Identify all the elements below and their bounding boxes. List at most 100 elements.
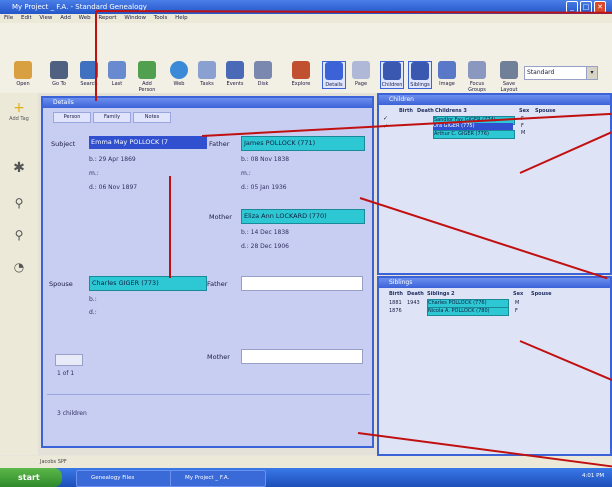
menu-window[interactable]: Window — [124, 15, 146, 21]
subject-death: d.: 06 Nov 1897 — [89, 184, 138, 191]
children-count: 3 children — [57, 410, 87, 417]
disk-button[interactable]: Disk — [252, 61, 274, 87]
sibling-row-2-birth: 1876 — [389, 308, 402, 314]
pie-icon[interactable]: ◔ — [8, 260, 30, 274]
events-button[interactable]: Events — [224, 61, 246, 87]
col-children[interactable]: Childrens 3 — [435, 108, 467, 114]
siblings-icon — [411, 62, 429, 80]
save-layout-button[interactable]: Save Layout — [498, 61, 520, 93]
sibling-row-2-sex: F — [515, 308, 518, 314]
mother-name-field[interactable]: Eliza Ann LOCKARD (770) — [241, 209, 365, 224]
calendar-icon — [226, 61, 244, 79]
menu-file[interactable]: File — [4, 15, 13, 21]
col-birth[interactable]: Birth — [399, 108, 413, 114]
tab-family[interactable]: Family — [93, 112, 131, 123]
divider — [47, 394, 370, 395]
col-death[interactable]: Death — [417, 108, 434, 114]
open-button[interactable]: Open — [12, 61, 34, 87]
layout-select[interactable]: Standard — [524, 66, 588, 80]
annotation-arrow — [95, 11, 97, 101]
status-bar: Jacobs SPF — [0, 456, 612, 468]
folder-icon — [14, 61, 32, 79]
spouse-mother-field[interactable] — [241, 349, 363, 364]
spouse-father-field[interactable] — [241, 276, 363, 291]
menu-view[interactable]: View — [39, 15, 52, 21]
details-icon — [325, 62, 343, 80]
father-birth: b.: 08 Nov 1838 — [241, 156, 290, 163]
save-icon — [500, 61, 518, 79]
subject-birth: b.: 29 Apr 1869 — [89, 156, 136, 163]
spouse-mother-label: Mother — [207, 353, 230, 361]
check-icon: ✓ — [383, 115, 389, 122]
sibling-row-1-sex: M — [515, 300, 520, 306]
father-name-field[interactable]: James POLLOCK (771) — [241, 136, 365, 151]
col-sex[interactable]: Sex — [519, 108, 529, 114]
clock: 4:01 PM — [582, 473, 605, 479]
last-button[interactable]: Last — [106, 61, 128, 87]
menu-help[interactable]: Help — [175, 15, 188, 21]
sibling-row-1-birth: 1881 — [389, 300, 402, 306]
taskbar: start Genealogy Files My Project _ F.A. … — [0, 468, 612, 487]
children-button[interactable]: Children — [380, 61, 404, 89]
subject-marriage: m.: — [89, 170, 99, 177]
father-label: Father — [209, 140, 230, 148]
tasks-icon — [198, 61, 216, 79]
plus-icon: + — [13, 100, 25, 116]
page-button[interactable]: Page — [350, 61, 372, 87]
children-title-bar: Children — [379, 95, 610, 105]
image-button[interactable]: Image — [436, 61, 458, 87]
spouse-name-field[interactable]: Charles GIGER (773) — [89, 276, 207, 291]
explore-icon — [292, 61, 310, 79]
go-to-button[interactable]: Go To — [48, 61, 70, 87]
tab-notes[interactable]: Notes — [133, 112, 171, 123]
details-button[interactable]: Details — [322, 61, 346, 89]
menu-edit[interactable]: Edit — [21, 15, 32, 21]
tasks-button[interactable]: Tasks — [196, 61, 218, 87]
menu-report[interactable]: Report — [98, 15, 116, 21]
globe-icon — [170, 61, 188, 79]
children-icon — [383, 62, 401, 80]
col-birth[interactable]: Birth — [389, 291, 403, 297]
asterisk-icon[interactable]: ✱ — [8, 160, 30, 176]
spouse-father-label: Father — [207, 280, 228, 288]
task-genealogy-files[interactable]: Genealogy Files — [76, 470, 172, 487]
start-button[interactable]: start — [0, 468, 62, 487]
task-my-project[interactable]: My Project _ F.A. — [170, 470, 266, 487]
disk-icon — [254, 61, 272, 79]
col-death[interactable]: Death — [407, 291, 424, 297]
web-button[interactable]: Web — [168, 61, 190, 87]
child-row-2-sex: F — [521, 123, 524, 129]
child-row-3-sex: M — [521, 130, 526, 136]
spouse-birth: b.: — [89, 296, 97, 303]
add-person-button[interactable]: Add Person — [136, 61, 158, 93]
chevron-down-icon[interactable]: ▾ — [586, 66, 598, 80]
tab-person[interactable]: Person — [53, 112, 91, 123]
prev-spouse-button[interactable] — [55, 354, 83, 366]
spouse-label: Spouse — [49, 280, 73, 288]
siblings-button[interactable]: Siblings — [408, 61, 432, 89]
col-spouse[interactable]: Spouse — [535, 108, 556, 114]
menu-tools[interactable]: Tools — [154, 15, 168, 21]
explore-button[interactable]: Explore — [290, 61, 312, 87]
child-row-3[interactable]: Arthur C. GIGER (776) — [433, 130, 515, 139]
child-row-2[interactable]: Ora GIGER (775) — [433, 123, 513, 130]
add-person-icon — [138, 61, 156, 79]
focus-groups-icon — [468, 61, 486, 79]
col-spouse[interactable]: Spouse — [531, 291, 552, 297]
sibling-row-2[interactable]: Nicola A. POLLOCK (780) — [427, 307, 509, 316]
focus-groups-button[interactable]: Focus Groups — [466, 61, 488, 93]
page-icon — [352, 61, 370, 79]
spouse-death: d.: — [89, 309, 97, 316]
menu-web[interactable]: Web — [79, 15, 91, 21]
image-icon — [438, 61, 456, 79]
mother-birth: b.: 14 Dec 1838 — [241, 229, 289, 236]
spouse-pager: 1 of 1 — [57, 370, 75, 377]
menu-add[interactable]: Add — [60, 15, 71, 21]
magnifier-icon[interactable]: ⚲ — [8, 196, 30, 210]
subject-name-field[interactable]: Emma May POLLOCK (7 — [89, 136, 207, 149]
add-tag-button[interactable]: + Add Tag — [8, 100, 30, 122]
menu-bar: File Edit View Add Web Report Window Too… — [0, 14, 612, 23]
col-sex[interactable]: Sex — [513, 291, 523, 297]
col-siblings[interactable]: Siblings 2 — [427, 291, 455, 297]
magnifier-icon-2[interactable]: ⚲ — [8, 228, 30, 242]
